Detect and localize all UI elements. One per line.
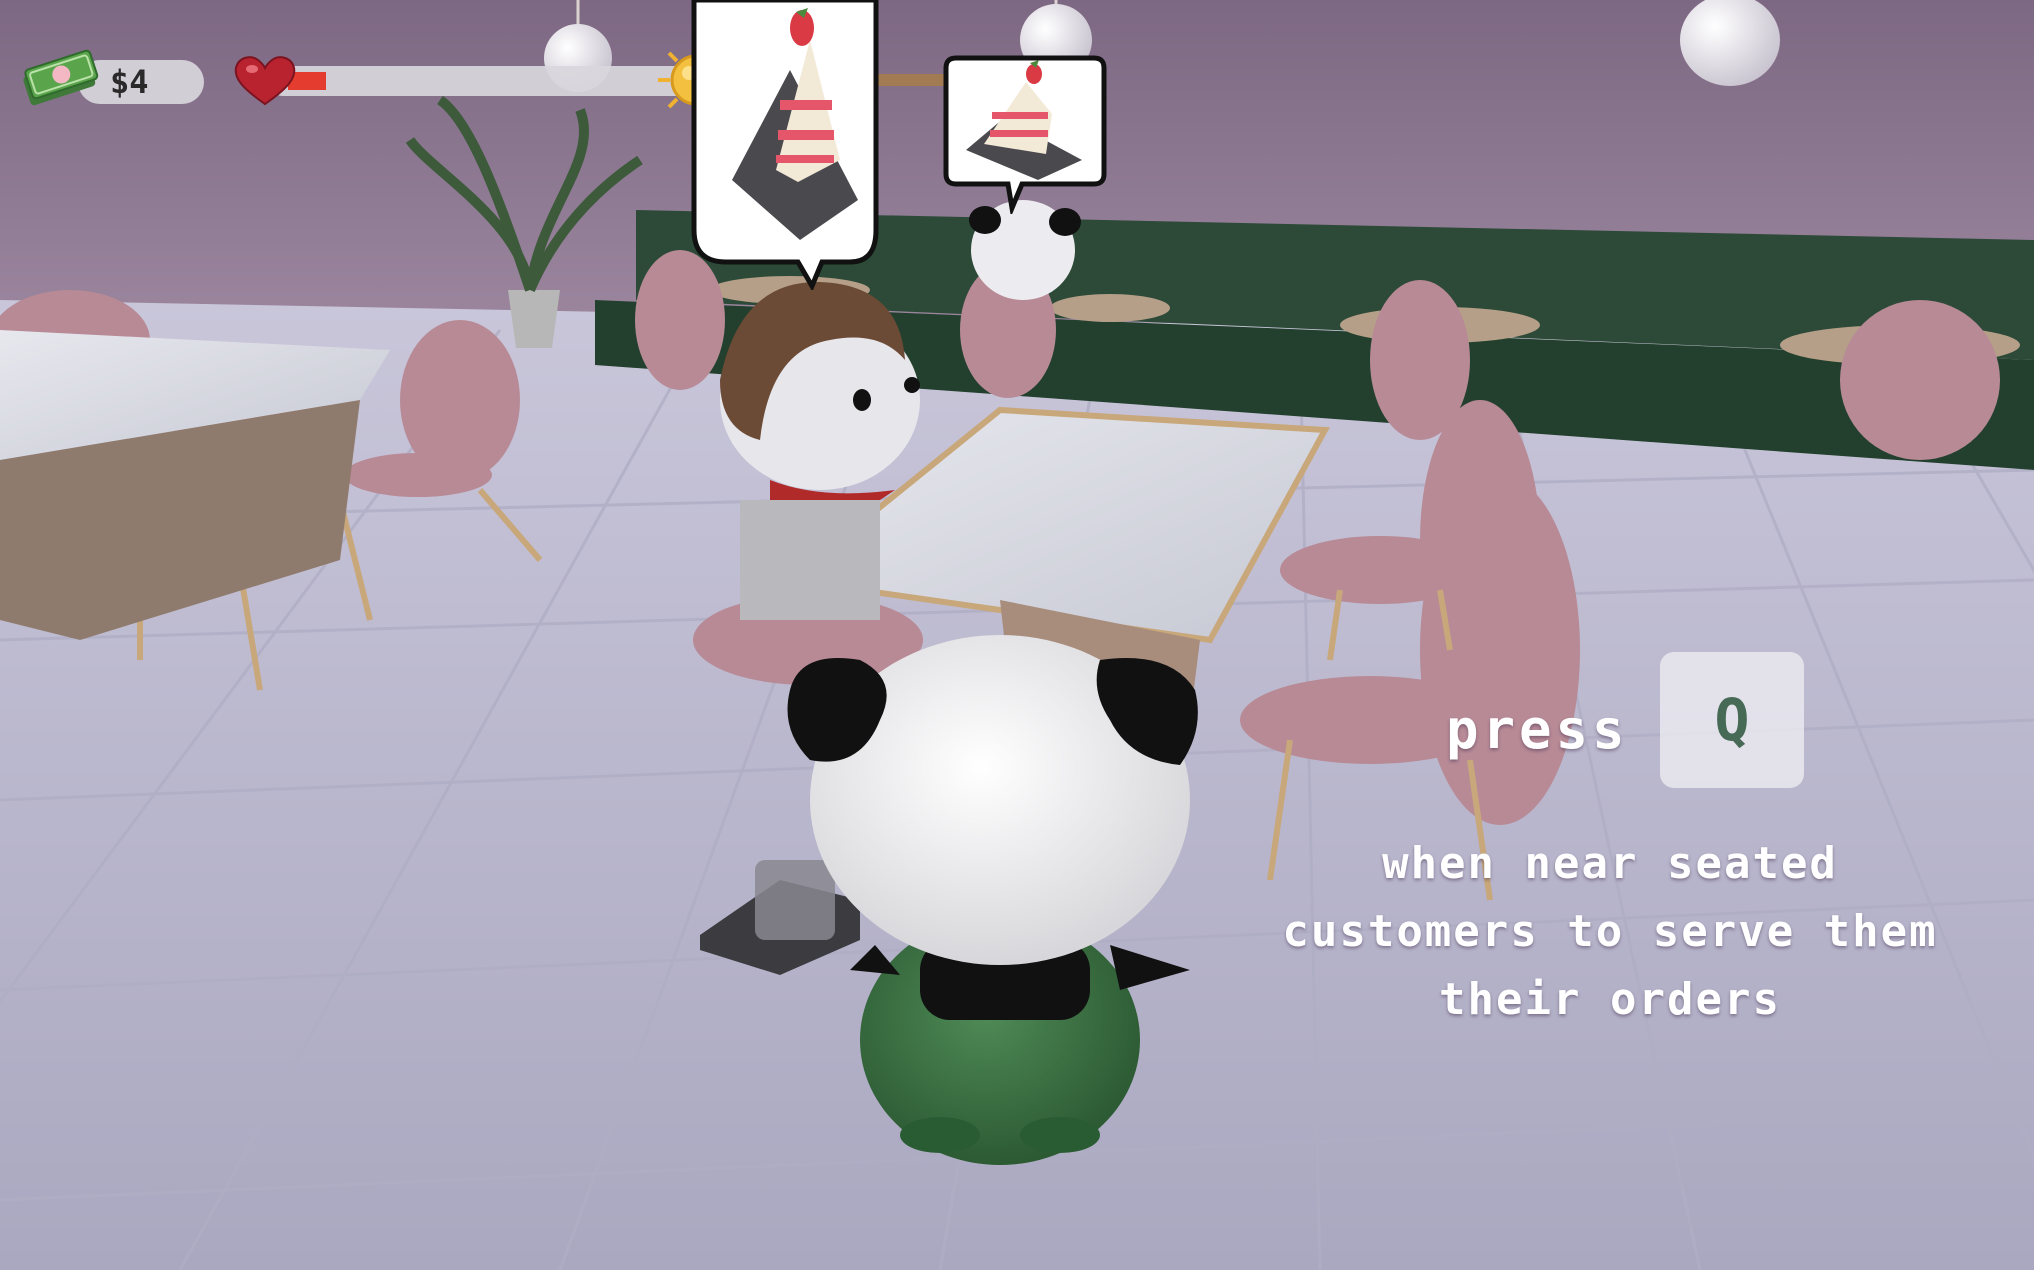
tutorial-description: when near seated customers to serve them…	[1282, 838, 1938, 1025]
tutorial-prompt: press Q when near seated customers to se…	[1260, 650, 2020, 1050]
money-amount: $4	[110, 63, 149, 101]
health-bar	[232, 52, 838, 108]
key-hint-q: Q	[1660, 652, 1804, 788]
order-bubble-panda	[943, 55, 1107, 214]
order-bubble-dog	[691, 0, 879, 290]
press-label: press	[1446, 698, 1629, 761]
money-display: $4	[18, 44, 204, 106]
heart-icon	[234, 56, 296, 106]
cash-icon	[23, 49, 99, 106]
